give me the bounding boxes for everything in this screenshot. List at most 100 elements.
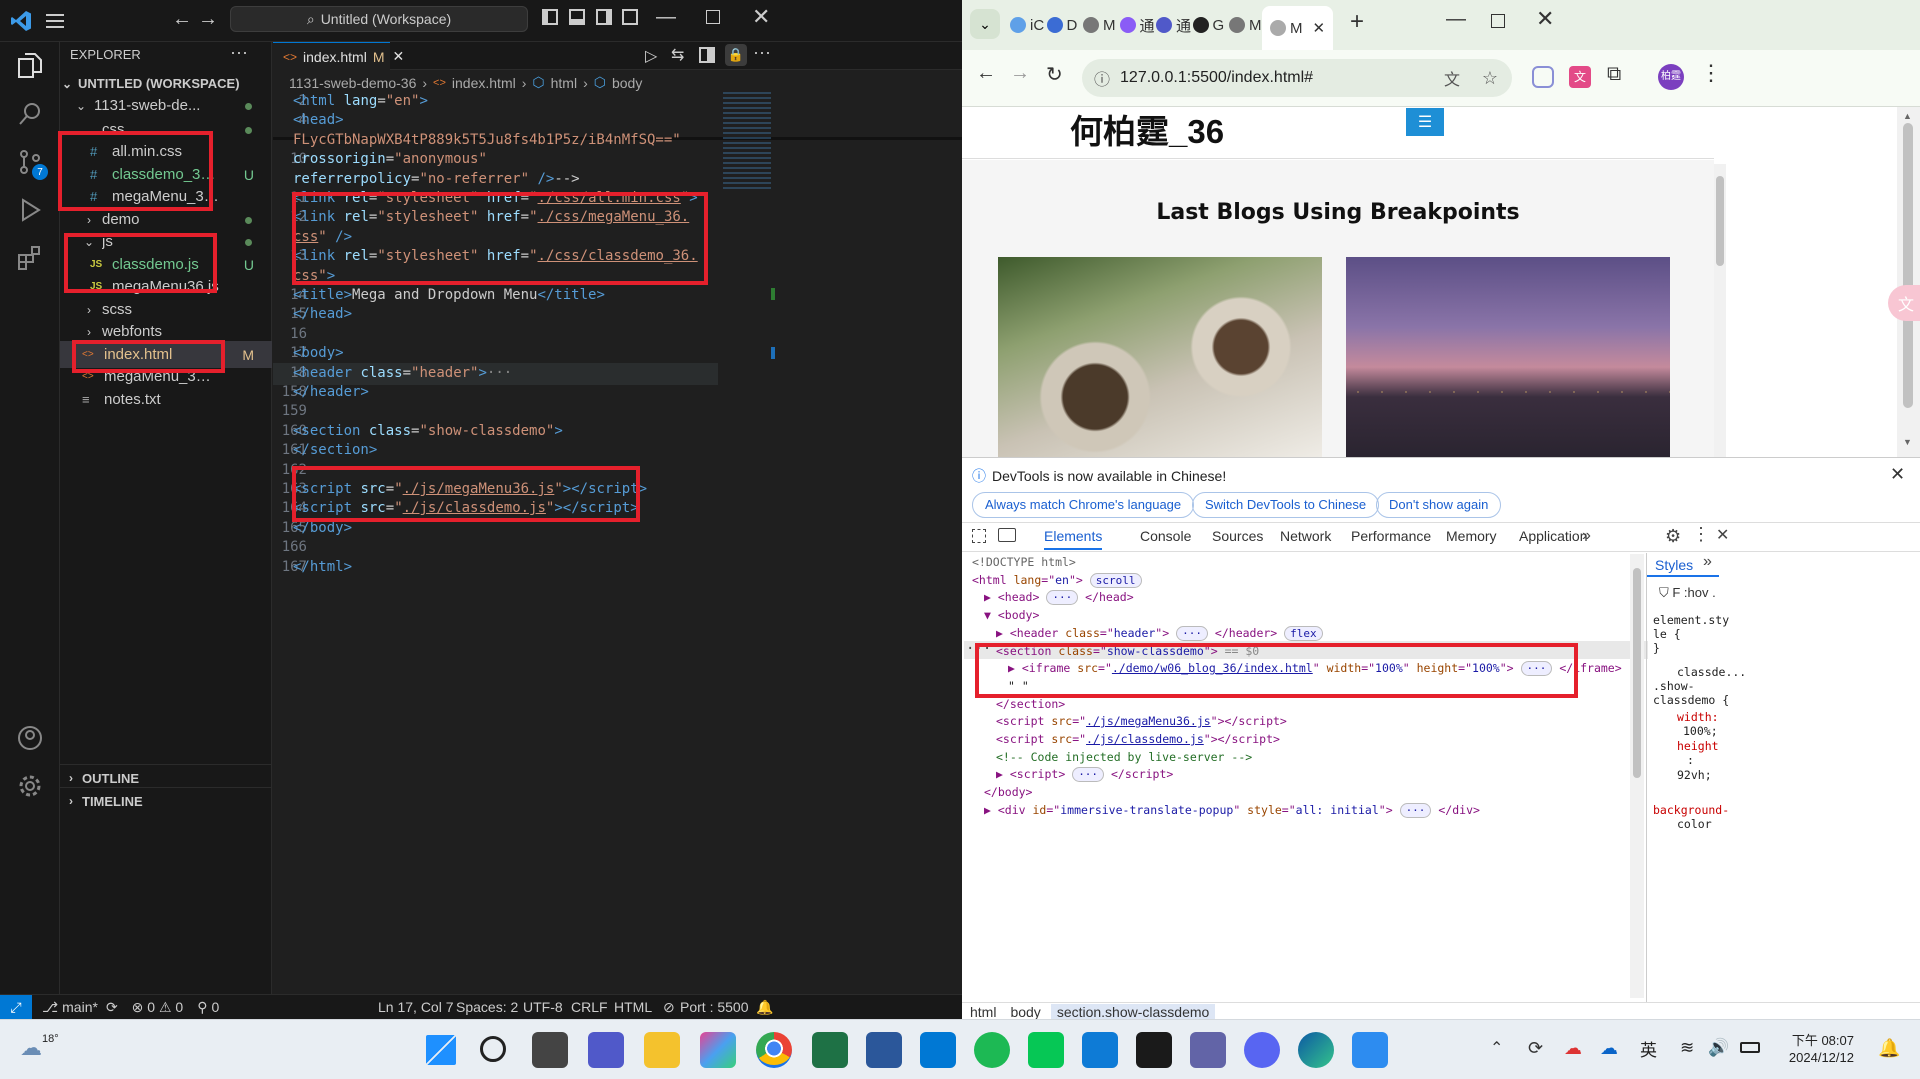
breadcrumb-item[interactable]: html bbox=[551, 75, 577, 91]
scroll-down-icon[interactable]: ▼ bbox=[1903, 437, 1912, 447]
code-line[interactable]: 159 bbox=[273, 403, 962, 422]
devtools-tab-elements[interactable]: Elements bbox=[1044, 528, 1103, 550]
sync-icon[interactable]: ⟳ bbox=[106, 999, 118, 1016]
devtools-tab-performance[interactable]: Performance bbox=[1351, 528, 1431, 544]
code-line[interactable]: 167 </html> bbox=[273, 559, 962, 578]
coffee-plants-image[interactable] bbox=[998, 257, 1322, 457]
chrome-tab[interactable]: 通 bbox=[1156, 10, 1191, 40]
site-info-icon[interactable]: ⓘ bbox=[1094, 66, 1110, 90]
command-center-search[interactable]: ⌕ Untitled (Workspace) bbox=[230, 6, 528, 32]
split-editor-icon[interactable] bbox=[699, 47, 715, 63]
devtools-tab-application[interactable]: Application bbox=[1519, 528, 1588, 544]
teams-icon[interactable] bbox=[588, 1032, 624, 1068]
terminal-icon[interactable] bbox=[1136, 1032, 1172, 1068]
extensions-icon[interactable] bbox=[10, 238, 50, 278]
back-arrow-icon[interactable]: ← bbox=[172, 8, 192, 31]
menu-icon[interactable] bbox=[46, 13, 66, 29]
cloud-error-icon[interactable]: ☁ bbox=[1564, 1038, 1582, 1059]
code-line[interactable]: 4 <head> bbox=[273, 112, 962, 131]
lock-icon[interactable]: 🔒 bbox=[725, 44, 747, 66]
dom-scrollbar[interactable] bbox=[1630, 554, 1644, 998]
problems-count[interactable]: ⊗ 0 ⚠ 0 bbox=[132, 999, 184, 1016]
vscode-taskbar-icon[interactable] bbox=[1082, 1032, 1118, 1068]
teams-classic-icon[interactable] bbox=[1190, 1032, 1226, 1068]
code-line[interactable]: 10 crossorigin="anonymous" bbox=[273, 151, 962, 170]
more-actions-icon[interactable]: ··· bbox=[753, 42, 771, 63]
copilot-icon[interactable] bbox=[700, 1032, 736, 1068]
code-line[interactable]: 165 </body> bbox=[273, 520, 962, 539]
chrome-tab[interactable]: M bbox=[1083, 10, 1116, 40]
devtools-tab-console[interactable]: Console bbox=[1140, 528, 1191, 544]
clock-time[interactable]: 下午 08:07 bbox=[1788, 1030, 1854, 1049]
maximize-icon[interactable] bbox=[1491, 14, 1505, 28]
inspect-element-icon[interactable] bbox=[972, 529, 986, 543]
toggle-sidebar-icon[interactable] bbox=[542, 9, 558, 25]
language-mode[interactable]: HTML bbox=[614, 999, 652, 1015]
run-debug-icon[interactable] bbox=[10, 190, 50, 230]
weather-widget[interactable]: ☁ 18° bbox=[20, 1030, 60, 1066]
minimize-icon[interactable]: — bbox=[1446, 8, 1466, 31]
dom-tree[interactable]: <!DOCTYPE html> <html lang="en"> scroll ▶ … bbox=[962, 553, 1652, 1003]
accounts-icon[interactable] bbox=[10, 718, 50, 758]
scroll-up-icon[interactable]: ▲ bbox=[1903, 111, 1912, 121]
toggle-secondary-sidebar-icon[interactable] bbox=[596, 9, 612, 25]
onedrive-icon[interactable]: ☁ bbox=[1600, 1038, 1618, 1059]
chrome-tab[interactable]: G bbox=[1192, 10, 1224, 40]
end-of-line[interactable]: CRLF bbox=[571, 999, 608, 1015]
tray-chevron-up-icon[interactable]: ⌃ bbox=[1490, 1038, 1503, 1058]
code-line[interactable]: 161 </section> bbox=[273, 442, 962, 461]
sync-tray-icon[interactable]: ⟳ bbox=[1528, 1038, 1543, 1059]
file-explorer-icon[interactable] bbox=[644, 1032, 680, 1068]
chrome-tab[interactable]: M ✕ bbox=[1262, 6, 1334, 50]
spotify-icon[interactable] bbox=[974, 1032, 1010, 1068]
paris-bridge-image[interactable] bbox=[1346, 257, 1670, 457]
code-line[interactable]: 17 <body> bbox=[273, 345, 962, 364]
more-tabs-icon[interactable]: » bbox=[1582, 527, 1591, 545]
forward-arrow-icon[interactable]: → bbox=[1010, 62, 1030, 85]
word-icon[interactable] bbox=[866, 1032, 902, 1068]
close-tab-icon[interactable]: ✕ bbox=[1313, 19, 1326, 37]
crumb-section[interactable]: section.show-classdemo bbox=[1050, 1003, 1216, 1020]
chrome-tab[interactable]: iC bbox=[1010, 10, 1044, 40]
immersive-translate-icon[interactable]: 文 bbox=[1569, 66, 1591, 88]
devtools-tab-network[interactable]: Network bbox=[1280, 528, 1331, 544]
indentation[interactable]: Spaces: 2 bbox=[456, 999, 518, 1015]
back-arrow-icon[interactable]: ← bbox=[976, 62, 996, 85]
styles-filter[interactable]: ⛉ F :hov . bbox=[1659, 585, 1716, 601]
excel-icon[interactable] bbox=[812, 1032, 848, 1068]
timeline-section[interactable]: › TIMELINE bbox=[60, 787, 272, 814]
compare-icon[interactable]: ⇆ bbox=[671, 45, 684, 65]
wifi-icon[interactable]: ≋ bbox=[1680, 1038, 1694, 1058]
crumb-body[interactable]: body bbox=[1010, 1004, 1040, 1020]
devtools-tab-memory[interactable]: Memory bbox=[1446, 528, 1497, 544]
crumb-html[interactable]: html bbox=[970, 1004, 996, 1020]
cursor-position[interactable]: Ln 17, Col 7 bbox=[378, 999, 454, 1015]
close-window-icon[interactable]: ✕ bbox=[752, 4, 770, 30]
chrome-tab[interactable]: D bbox=[1046, 10, 1077, 40]
notification-bell-icon[interactable]: 🔔 bbox=[1878, 1038, 1900, 1059]
explorer-more-icon[interactable]: ··· bbox=[230, 42, 248, 63]
devtools-menu-icon[interactable]: ⋮ bbox=[1692, 524, 1710, 545]
app-icon[interactable] bbox=[1352, 1032, 1388, 1068]
translate-float-button[interactable]: 文 bbox=[1888, 285, 1920, 321]
battery-icon[interactable] bbox=[1740, 1042, 1760, 1053]
encoding[interactable]: UTF-8 bbox=[523, 999, 563, 1015]
tree-item[interactable]: ≡ notes.txt bbox=[60, 386, 272, 413]
close-notice-icon[interactable]: ✕ bbox=[1890, 464, 1905, 485]
close-devtools-icon[interactable]: ✕ bbox=[1716, 525, 1729, 545]
chrome-taskbar-icon[interactable] bbox=[756, 1032, 792, 1068]
device-toolbar-icon[interactable] bbox=[998, 528, 1016, 542]
profile-avatar[interactable]: 柏霆 bbox=[1658, 64, 1684, 90]
hamburger-menu-button[interactable]: ☰ bbox=[1406, 108, 1444, 136]
scroll-thumb[interactable] bbox=[1716, 176, 1724, 266]
chrome-menu-icon[interactable]: ⋮ bbox=[1700, 60, 1722, 86]
scroll-thumb[interactable] bbox=[1903, 123, 1913, 408]
search-icon[interactable] bbox=[10, 94, 50, 134]
ports-count[interactable]: 0 bbox=[211, 999, 219, 1015]
breadcrumb-item[interactable]: body bbox=[612, 75, 642, 91]
clock-date[interactable]: 2024/12/12 bbox=[1778, 1050, 1854, 1065]
tab-index-html[interactable]: <> index.html M ✕ bbox=[273, 42, 404, 70]
code-line[interactable]: 160 <section class="show-classdemo"> bbox=[273, 423, 962, 442]
tree-item[interactable]: ⌄ 1131-sweb-de... bbox=[60, 92, 272, 119]
dont-show-again-button[interactable]: Don't show again bbox=[1376, 492, 1502, 518]
